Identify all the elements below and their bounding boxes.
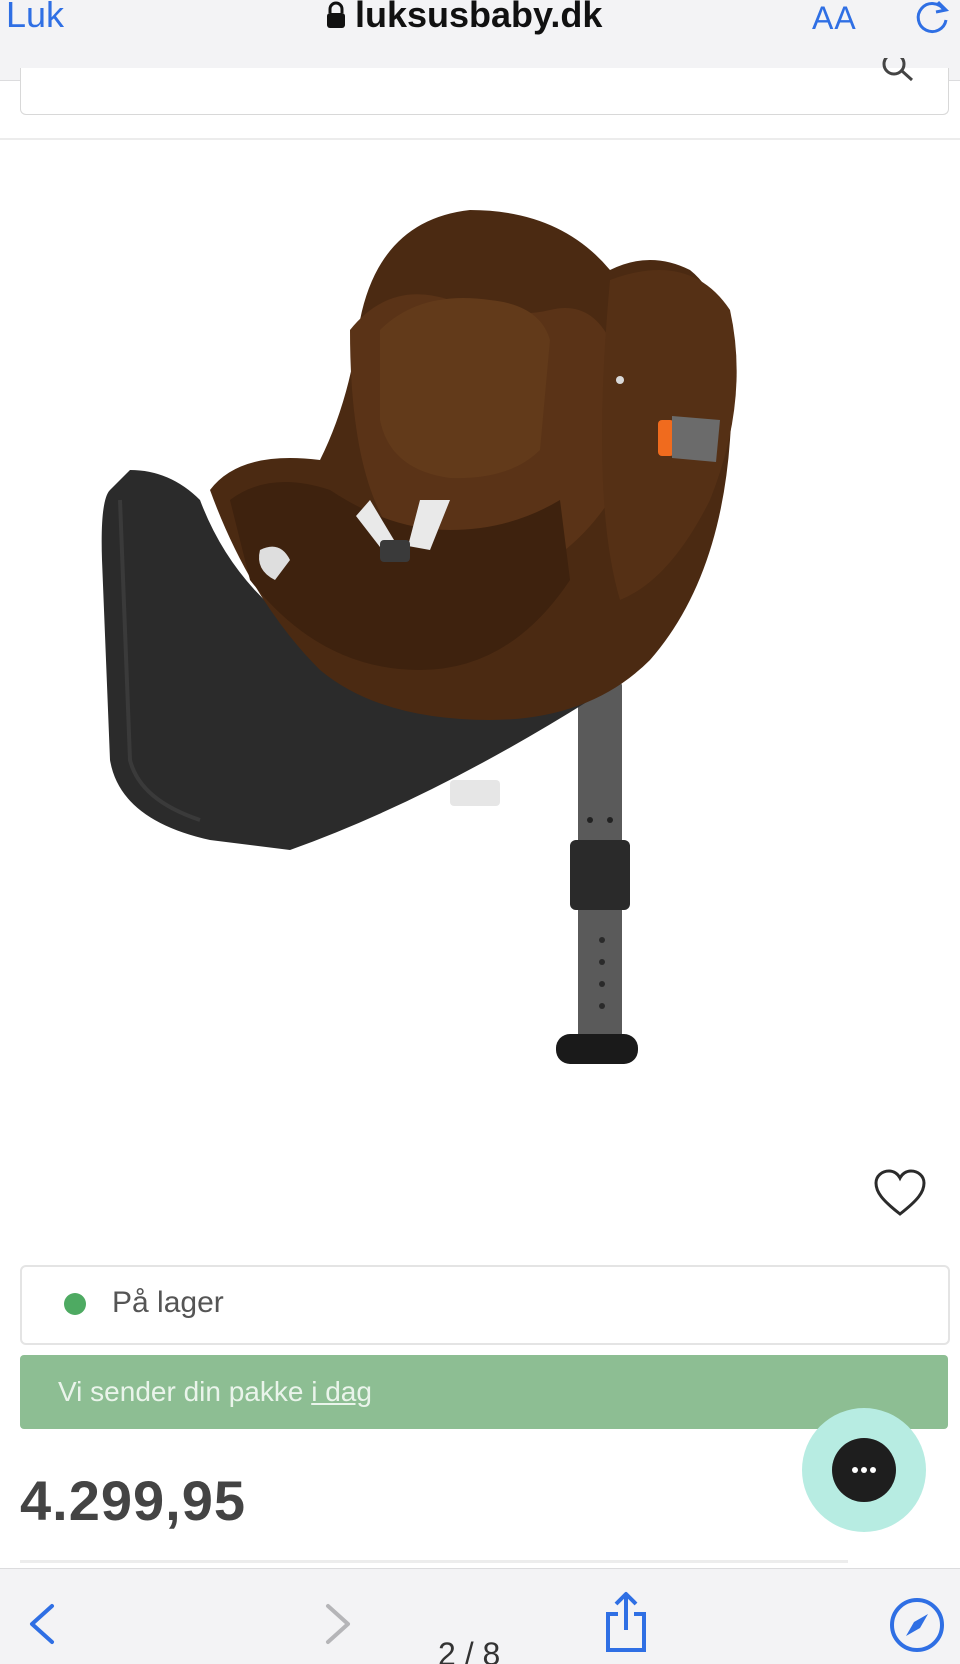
stock-status-text: På lager xyxy=(112,1286,224,1319)
wishlist-heart-icon[interactable] xyxy=(872,1168,928,1220)
search-icon[interactable] xyxy=(878,58,918,88)
close-button[interactable]: Luk xyxy=(6,0,64,36)
shipping-text: Vi sender din pakke i dag xyxy=(58,1376,372,1408)
stock-indicator-dot xyxy=(64,1293,86,1315)
search-input[interactable] xyxy=(20,68,949,115)
chat-icon[interactable] xyxy=(838,1457,890,1483)
page: Luk luksusbaby.dk AA På lager Vi sender … xyxy=(0,0,960,1664)
url-text: luksusbaby.dk xyxy=(355,0,603,35)
lock-icon xyxy=(327,1,345,28)
content-divider xyxy=(20,1560,848,1563)
back-icon[interactable] xyxy=(22,1598,62,1650)
text-size-button[interactable]: AA xyxy=(812,0,857,37)
shipping-today-link[interactable]: i dag xyxy=(311,1376,372,1407)
image-page-counter: 2 / 8 xyxy=(438,1636,501,1664)
url-field[interactable]: luksusbaby.dk xyxy=(325,0,602,36)
header-divider xyxy=(0,138,960,140)
share-icon[interactable] xyxy=(598,1590,654,1654)
forward-icon[interactable] xyxy=(318,1598,358,1650)
compass-icon[interactable] xyxy=(888,1596,946,1654)
product-image[interactable] xyxy=(90,200,810,1140)
reload-icon[interactable] xyxy=(912,0,952,36)
product-price: 4.299,95 xyxy=(20,1469,246,1532)
shipping-text-main: Vi sender din pakke xyxy=(58,1376,312,1407)
